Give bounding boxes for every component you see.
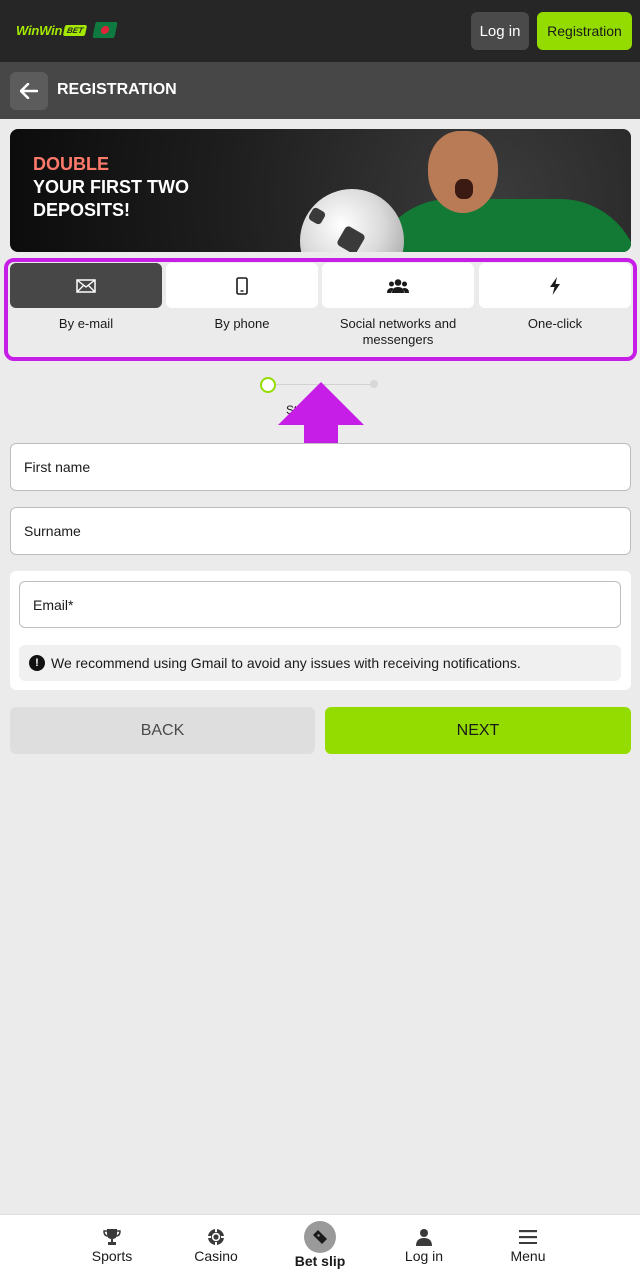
banner-text: DOUBLE YOUR FIRST TWO DEPOSITS! [33,153,189,222]
nav-bet-slip[interactable]: Bet slip [275,1215,365,1280]
page-header: REGISTRATION [0,62,640,119]
nav-sports-label: Sports [91,1248,133,1264]
step-last-dot [370,380,378,388]
users-icon [387,278,409,293]
tab-by-email[interactable] [10,263,162,308]
lightning-icon [550,276,560,295]
promo-banner[interactable]: DOUBLE YOUR FIRST TWO DEPOSITS! [10,129,631,252]
user-icon [414,1227,434,1247]
tab-one-click-label: One-click [527,316,583,331]
nav-menu-label: Menu [510,1248,546,1264]
gmail-hint-text: We recommend using Gmail to avoid any is… [51,655,521,671]
banner-line-3: DEPOSITS! [33,200,131,220]
hamburger-icon [518,1227,538,1247]
top-bar: WinWin BET Log in Registration [0,0,640,62]
casino-chip-icon [206,1227,226,1247]
ball-patch [307,206,327,226]
nav-login-label: Log in [404,1248,444,1264]
banner-line-2: YOUR FIRST TWO [33,177,189,197]
phone-icon [236,276,248,295]
gmail-hint: ! We recommend using Gmail to avoid any … [19,645,621,681]
bangladesh-flag-icon [92,22,118,38]
email-input[interactable]: Email* [19,581,621,628]
exclamation-icon: ! [29,655,45,671]
page-title: REGISTRATION [57,81,177,98]
first-name-input[interactable]: First name [10,443,631,491]
registration-button[interactable]: Registration [537,12,632,50]
nav-login[interactable]: Log in [379,1215,469,1280]
nav-sports[interactable]: Sports [67,1215,157,1280]
player-mouth [455,179,473,199]
banner-line-1: DOUBLE [33,154,109,174]
nav-casino[interactable]: Casino [171,1215,261,1280]
step-current-dot [260,377,276,393]
logo-badge: BET [63,24,88,36]
surname-input[interactable]: Surname [10,507,631,555]
tab-social-networks[interactable] [322,263,474,308]
next-button[interactable]: NEXT [325,707,631,754]
player-image [370,199,631,252]
winwin-logo[interactable]: WinWin BET [16,22,118,38]
football-image [300,189,404,252]
arrow-left-icon [20,83,38,99]
logo-text: WinWin [16,22,63,38]
nav-menu[interactable]: Menu [483,1215,573,1280]
tab-by-phone[interactable] [166,263,318,308]
nav-casino-label: Casino [194,1248,238,1264]
envelope-icon [76,278,96,293]
bottom-navigation: Sports Casino Bet slip Log in Menu [0,1214,640,1280]
tab-by-phone-label: By phone [214,316,270,331]
nav-bet-slip-label: Bet slip [294,1253,346,1269]
trophy-icon [102,1227,122,1247]
tab-one-click[interactable] [479,263,631,308]
back-arrow-button[interactable] [10,72,48,110]
back-button[interactable]: BACK [10,707,315,754]
login-button[interactable]: Log in [471,12,529,50]
ticket-icon [304,1221,336,1253]
email-card: Email* ! We recommend using Gmail to avo… [10,571,631,690]
tab-by-email-label: By e-mail [58,316,114,331]
ball-patch [335,224,367,252]
tab-social-networks-label: Social networks and messengers [339,316,457,347]
player-head [428,131,498,213]
